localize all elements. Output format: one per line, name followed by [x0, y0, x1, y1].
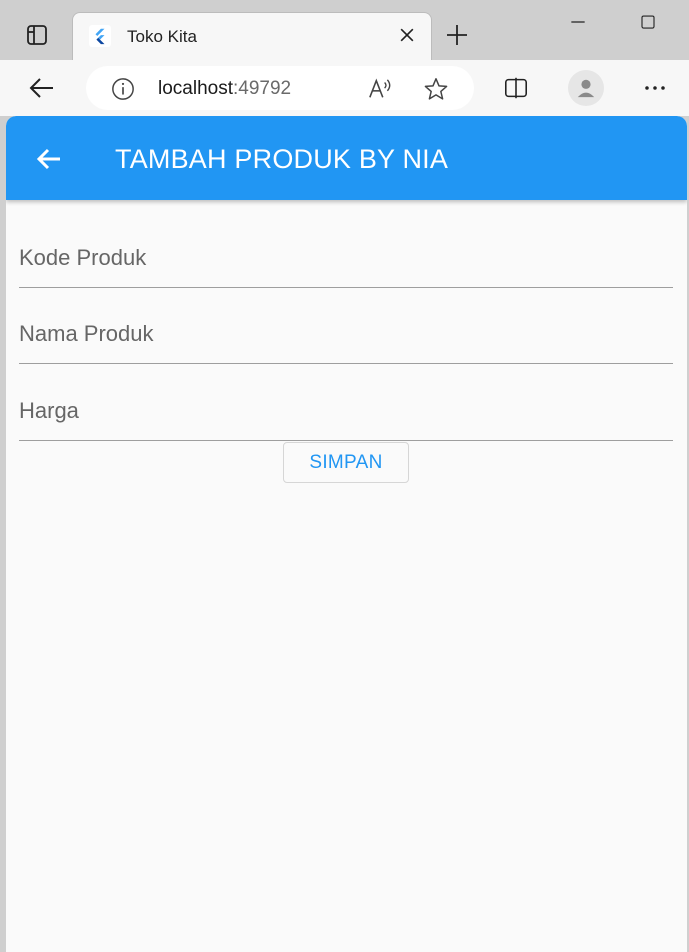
simpan-button[interactable]: SIMPAN	[283, 442, 409, 483]
address-bar[interactable]: localhost:49792	[86, 66, 474, 110]
app-bar: TAMBAH PRODUK BY NIA	[6, 116, 687, 200]
more-icon[interactable]	[640, 74, 670, 102]
nama-produk-field	[19, 304, 673, 364]
browser-toolbar: localhost:49792	[0, 60, 689, 116]
back-arrow-icon[interactable]	[26, 72, 58, 104]
kode-produk-input[interactable]	[19, 240, 673, 276]
kode-produk-field	[19, 228, 673, 288]
minimize-icon[interactable]	[566, 10, 590, 34]
harga-field	[19, 381, 673, 441]
harga-input[interactable]	[19, 393, 673, 429]
star-icon[interactable]	[422, 75, 450, 103]
url-port: :49792	[233, 78, 292, 99]
url-text[interactable]: localhost:49792	[158, 78, 291, 100]
flutter-icon	[89, 25, 111, 47]
page-title: TAMBAH PRODUK BY NIA	[115, 144, 449, 174]
maximize-icon[interactable]	[636, 10, 660, 34]
info-icon[interactable]	[110, 76, 136, 102]
url-host: localhost	[158, 78, 233, 99]
read-aloud-icon[interactable]	[366, 76, 394, 102]
tab-actions-icon[interactable]	[18, 22, 56, 48]
tab-strip: Toko Kita	[0, 0, 689, 60]
browser-tab[interactable]: Toko Kita	[72, 12, 432, 60]
split-screen-icon[interactable]	[502, 74, 530, 102]
close-icon[interactable]	[395, 23, 419, 47]
plus-icon[interactable]	[442, 20, 472, 50]
page-viewport: TAMBAH PRODUK BY NIA SIMPAN	[6, 116, 687, 952]
profile-icon[interactable]	[568, 70, 604, 106]
tab-title: Toko Kita	[127, 27, 197, 46]
back-arrow-icon[interactable]	[34, 144, 64, 174]
nama-produk-input[interactable]	[19, 316, 673, 352]
browser-window: Toko Kita localhost:49792 TAMBAH PRODUK …	[0, 0, 689, 952]
